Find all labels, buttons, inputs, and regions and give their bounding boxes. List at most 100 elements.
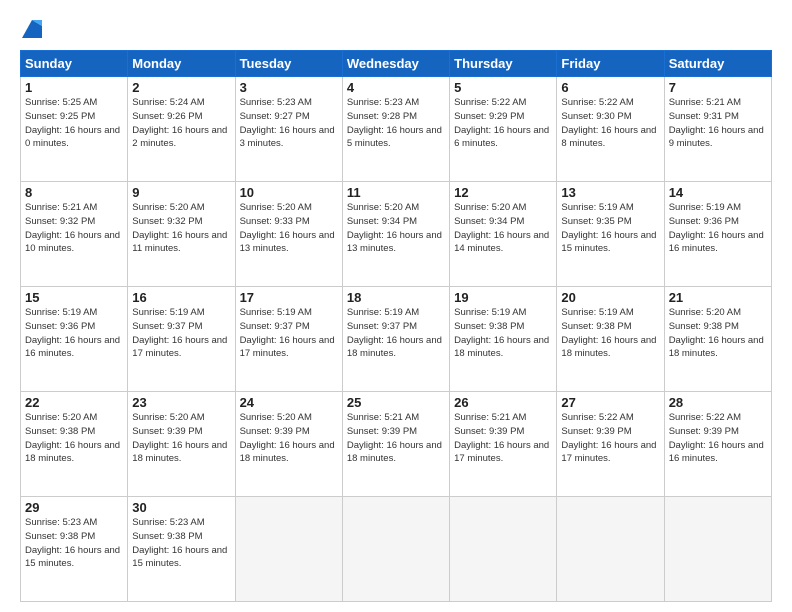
calendar-cell: 12 Sunrise: 5:20 AM Sunset: 9:34 PM Dayl… — [450, 182, 557, 287]
day-info: Sunrise: 5:20 AM Sunset: 9:39 PM Dayligh… — [132, 411, 230, 466]
day-info: Sunrise: 5:25 AM Sunset: 9:25 PM Dayligh… — [25, 96, 123, 151]
calendar-cell: 8 Sunrise: 5:21 AM Sunset: 9:32 PM Dayli… — [21, 182, 128, 287]
calendar-cell: 25 Sunrise: 5:21 AM Sunset: 9:39 PM Dayl… — [342, 392, 449, 497]
calendar-cell: 6 Sunrise: 5:22 AM Sunset: 9:30 PM Dayli… — [557, 77, 664, 182]
day-info: Sunrise: 5:22 AM Sunset: 9:30 PM Dayligh… — [561, 96, 659, 151]
calendar-cell — [450, 497, 557, 602]
calendar-cell: 22 Sunrise: 5:20 AM Sunset: 9:38 PM Dayl… — [21, 392, 128, 497]
day-info: Sunrise: 5:20 AM Sunset: 9:32 PM Dayligh… — [132, 201, 230, 256]
day-number: 26 — [454, 395, 552, 410]
day-info: Sunrise: 5:20 AM Sunset: 9:34 PM Dayligh… — [347, 201, 445, 256]
day-number: 22 — [25, 395, 123, 410]
day-number: 8 — [25, 185, 123, 200]
day-number: 4 — [347, 80, 445, 95]
col-thursday: Thursday — [450, 51, 557, 77]
calendar-cell: 10 Sunrise: 5:20 AM Sunset: 9:33 PM Dayl… — [235, 182, 342, 287]
calendar-cell: 23 Sunrise: 5:20 AM Sunset: 9:39 PM Dayl… — [128, 392, 235, 497]
calendar-cell: 19 Sunrise: 5:19 AM Sunset: 9:38 PM Dayl… — [450, 287, 557, 392]
calendar-cell: 1 Sunrise: 5:25 AM Sunset: 9:25 PM Dayli… — [21, 77, 128, 182]
header — [20, 18, 772, 40]
logo-icon — [22, 18, 42, 40]
day-info: Sunrise: 5:19 AM Sunset: 9:37 PM Dayligh… — [132, 306, 230, 361]
calendar-week-row: 15 Sunrise: 5:19 AM Sunset: 9:36 PM Dayl… — [21, 287, 772, 392]
day-number: 13 — [561, 185, 659, 200]
calendar-cell: 20 Sunrise: 5:19 AM Sunset: 9:38 PM Dayl… — [557, 287, 664, 392]
day-number: 29 — [25, 500, 123, 515]
day-info: Sunrise: 5:22 AM Sunset: 9:39 PM Dayligh… — [561, 411, 659, 466]
calendar-cell: 16 Sunrise: 5:19 AM Sunset: 9:37 PM Dayl… — [128, 287, 235, 392]
day-info: Sunrise: 5:20 AM Sunset: 9:38 PM Dayligh… — [669, 306, 767, 361]
calendar-cell — [557, 497, 664, 602]
day-info: Sunrise: 5:19 AM Sunset: 9:37 PM Dayligh… — [347, 306, 445, 361]
calendar-cell — [342, 497, 449, 602]
calendar-cell: 18 Sunrise: 5:19 AM Sunset: 9:37 PM Dayl… — [342, 287, 449, 392]
day-info: Sunrise: 5:24 AM Sunset: 9:26 PM Dayligh… — [132, 96, 230, 151]
day-number: 12 — [454, 185, 552, 200]
calendar-table: Sunday Monday Tuesday Wednesday Thursday… — [20, 50, 772, 602]
col-friday: Friday — [557, 51, 664, 77]
calendar-week-row: 8 Sunrise: 5:21 AM Sunset: 9:32 PM Dayli… — [21, 182, 772, 287]
day-number: 17 — [240, 290, 338, 305]
calendar-cell: 28 Sunrise: 5:22 AM Sunset: 9:39 PM Dayl… — [664, 392, 771, 497]
calendar-cell: 5 Sunrise: 5:22 AM Sunset: 9:29 PM Dayli… — [450, 77, 557, 182]
day-number: 10 — [240, 185, 338, 200]
calendar-week-row: 1 Sunrise: 5:25 AM Sunset: 9:25 PM Dayli… — [21, 77, 772, 182]
calendar-week-row: 29 Sunrise: 5:23 AM Sunset: 9:38 PM Dayl… — [21, 497, 772, 602]
calendar-cell: 21 Sunrise: 5:20 AM Sunset: 9:38 PM Dayl… — [664, 287, 771, 392]
day-number: 27 — [561, 395, 659, 410]
day-info: Sunrise: 5:23 AM Sunset: 9:38 PM Dayligh… — [132, 516, 230, 571]
day-number: 1 — [25, 80, 123, 95]
day-info: Sunrise: 5:20 AM Sunset: 9:33 PM Dayligh… — [240, 201, 338, 256]
col-wednesday: Wednesday — [342, 51, 449, 77]
day-number: 23 — [132, 395, 230, 410]
day-info: Sunrise: 5:19 AM Sunset: 9:35 PM Dayligh… — [561, 201, 659, 256]
day-info: Sunrise: 5:21 AM Sunset: 9:39 PM Dayligh… — [454, 411, 552, 466]
col-sunday: Sunday — [21, 51, 128, 77]
day-number: 11 — [347, 185, 445, 200]
day-number: 7 — [669, 80, 767, 95]
day-number: 16 — [132, 290, 230, 305]
day-number: 3 — [240, 80, 338, 95]
day-number: 6 — [561, 80, 659, 95]
day-info: Sunrise: 5:21 AM Sunset: 9:39 PM Dayligh… — [347, 411, 445, 466]
day-info: Sunrise: 5:20 AM Sunset: 9:39 PM Dayligh… — [240, 411, 338, 466]
day-info: Sunrise: 5:22 AM Sunset: 9:29 PM Dayligh… — [454, 96, 552, 151]
day-info: Sunrise: 5:23 AM Sunset: 9:38 PM Dayligh… — [25, 516, 123, 571]
day-info: Sunrise: 5:20 AM Sunset: 9:34 PM Dayligh… — [454, 201, 552, 256]
calendar-week-row: 22 Sunrise: 5:20 AM Sunset: 9:38 PM Dayl… — [21, 392, 772, 497]
col-monday: Monday — [128, 51, 235, 77]
day-number: 15 — [25, 290, 123, 305]
calendar-cell: 2 Sunrise: 5:24 AM Sunset: 9:26 PM Dayli… — [128, 77, 235, 182]
day-number: 21 — [669, 290, 767, 305]
calendar-cell: 29 Sunrise: 5:23 AM Sunset: 9:38 PM Dayl… — [21, 497, 128, 602]
calendar-cell: 24 Sunrise: 5:20 AM Sunset: 9:39 PM Dayl… — [235, 392, 342, 497]
calendar-cell — [664, 497, 771, 602]
day-info: Sunrise: 5:20 AM Sunset: 9:38 PM Dayligh… — [25, 411, 123, 466]
calendar-cell: 17 Sunrise: 5:19 AM Sunset: 9:37 PM Dayl… — [235, 287, 342, 392]
calendar-header-row: Sunday Monday Tuesday Wednesday Thursday… — [21, 51, 772, 77]
page: Sunday Monday Tuesday Wednesday Thursday… — [0, 0, 792, 612]
calendar-cell: 26 Sunrise: 5:21 AM Sunset: 9:39 PM Dayl… — [450, 392, 557, 497]
calendar-cell: 9 Sunrise: 5:20 AM Sunset: 9:32 PM Dayli… — [128, 182, 235, 287]
calendar-cell: 27 Sunrise: 5:22 AM Sunset: 9:39 PM Dayl… — [557, 392, 664, 497]
day-info: Sunrise: 5:19 AM Sunset: 9:38 PM Dayligh… — [454, 306, 552, 361]
day-info: Sunrise: 5:23 AM Sunset: 9:27 PM Dayligh… — [240, 96, 338, 151]
day-info: Sunrise: 5:22 AM Sunset: 9:39 PM Dayligh… — [669, 411, 767, 466]
col-tuesday: Tuesday — [235, 51, 342, 77]
day-number: 5 — [454, 80, 552, 95]
day-number: 20 — [561, 290, 659, 305]
calendar-cell: 14 Sunrise: 5:19 AM Sunset: 9:36 PM Dayl… — [664, 182, 771, 287]
calendar-cell: 11 Sunrise: 5:20 AM Sunset: 9:34 PM Dayl… — [342, 182, 449, 287]
calendar-cell: 3 Sunrise: 5:23 AM Sunset: 9:27 PM Dayli… — [235, 77, 342, 182]
day-number: 18 — [347, 290, 445, 305]
day-info: Sunrise: 5:19 AM Sunset: 9:37 PM Dayligh… — [240, 306, 338, 361]
calendar-cell — [235, 497, 342, 602]
day-info: Sunrise: 5:19 AM Sunset: 9:36 PM Dayligh… — [25, 306, 123, 361]
col-saturday: Saturday — [664, 51, 771, 77]
day-number: 30 — [132, 500, 230, 515]
day-number: 25 — [347, 395, 445, 410]
calendar-cell: 4 Sunrise: 5:23 AM Sunset: 9:28 PM Dayli… — [342, 77, 449, 182]
day-number: 24 — [240, 395, 338, 410]
calendar-cell: 15 Sunrise: 5:19 AM Sunset: 9:36 PM Dayl… — [21, 287, 128, 392]
calendar-cell: 13 Sunrise: 5:19 AM Sunset: 9:35 PM Dayl… — [557, 182, 664, 287]
